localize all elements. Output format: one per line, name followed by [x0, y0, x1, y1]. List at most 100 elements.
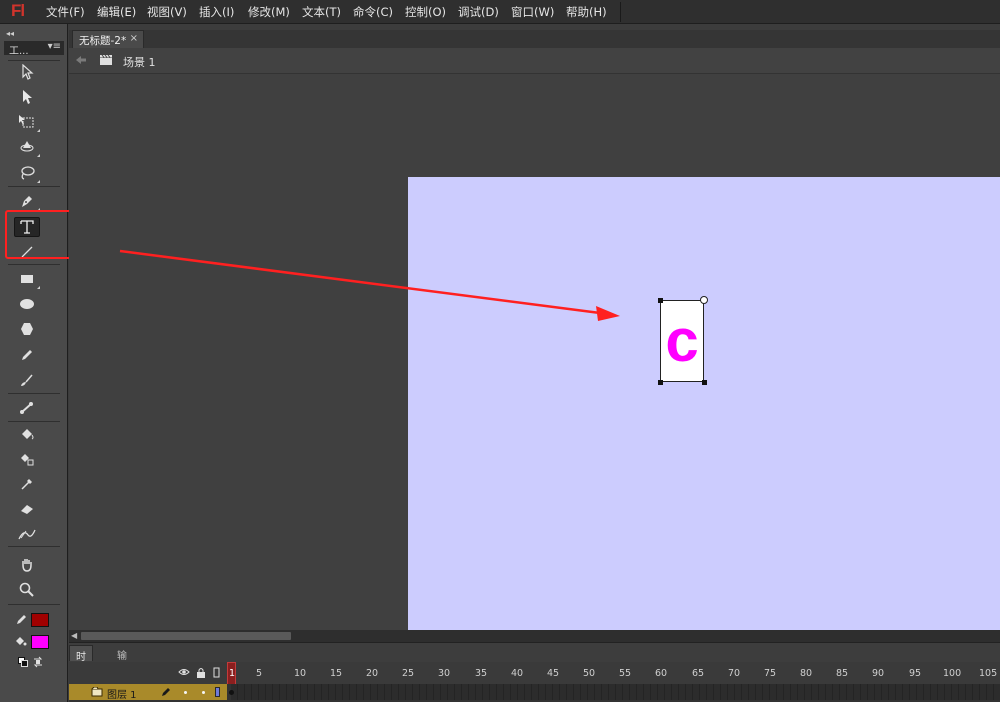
eye-icon[interactable] [178, 667, 190, 680]
tool-divider [8, 393, 60, 394]
selection-handle[interactable] [702, 380, 707, 385]
frame-number: 85 [836, 668, 849, 679]
menu-control[interactable]: 控制(O) [405, 4, 446, 20]
fill-bucket-icon [15, 635, 27, 650]
rectangle-icon [21, 275, 33, 283]
frame-number: 25 [402, 668, 415, 679]
document-tab-bar: 无标题-2* × [69, 30, 1000, 48]
layer-icon [91, 686, 103, 700]
layer-row[interactable]: 图层 1 [69, 684, 227, 701]
text-field-box[interactable]: c [660, 300, 704, 382]
outline-color-square[interactable] [215, 687, 220, 697]
menu-modify[interactable]: 修改(M) [248, 4, 290, 20]
stroke-pencil-icon [16, 613, 28, 628]
selection-handle[interactable] [658, 380, 663, 385]
close-icon[interactable]: × [130, 33, 138, 44]
visibility-dot[interactable] [184, 691, 187, 694]
selection-handle[interactable] [658, 298, 663, 303]
menu-text[interactable]: 文本(T) [302, 4, 341, 20]
selection-tool[interactable] [14, 62, 40, 82]
black-white-icon[interactable] [18, 657, 28, 670]
free-transform-tool[interactable] [14, 112, 40, 132]
keyframe-dot[interactable] [229, 690, 234, 695]
edit-pencil-icon [161, 686, 172, 700]
bone-tool[interactable] [14, 398, 40, 418]
collapse-panel-icon[interactable]: ◂◂ [6, 29, 14, 38]
frame-number: 50 [583, 668, 596, 679]
oval-tool[interactable] [14, 294, 40, 314]
pen-icon [22, 196, 32, 207]
frame-number: 65 [692, 668, 705, 679]
text-resize-handle[interactable] [700, 296, 708, 304]
paint-bucket-tool[interactable] [14, 424, 40, 444]
timeline-panel: 时间轴 输出 1 5 10 15 20 25 30 35 40 45 50 55… [69, 642, 1000, 702]
tool-divider [8, 264, 60, 265]
outline-icon[interactable] [213, 667, 221, 681]
frame-grid[interactable] [231, 684, 1000, 700]
menu-file[interactable]: 文件(F) [46, 4, 85, 20]
brush-icon [21, 374, 33, 386]
menu-edit[interactable]: 编辑(E) [97, 4, 136, 20]
frame-number: 30 [438, 668, 451, 679]
pencil-tool[interactable] [14, 345, 40, 365]
menu-debug[interactable]: 调试(D) [458, 4, 499, 20]
menu-help[interactable]: 帮助(H) [566, 4, 607, 20]
menu-commands[interactable]: 命令(C) [353, 4, 393, 20]
scene-clapper-icon [99, 54, 113, 69]
polystar-tool[interactable] [14, 319, 40, 339]
lasso-tool[interactable] [14, 163, 40, 183]
menu-insert[interactable]: 插入(I) [199, 4, 234, 20]
eraser-tool[interactable] [14, 499, 40, 519]
lock-icon[interactable] [196, 667, 206, 681]
3d-rotation-tool[interactable] [14, 137, 40, 157]
scroll-thumb[interactable] [81, 632, 291, 640]
swap-colors-icon[interactable] [32, 656, 44, 671]
back-arrow-icon[interactable] [75, 55, 87, 68]
scroll-left-icon[interactable]: ◀ [71, 631, 77, 640]
tool-divider [8, 546, 60, 547]
pencil-icon [22, 350, 32, 360]
document-tab[interactable]: 无标题-2* × [72, 30, 144, 48]
horizontal-scrollbar[interactable]: ◀ [69, 630, 1000, 642]
subselection-tool[interactable] [14, 87, 40, 107]
rotation-3d-icon [20, 141, 34, 152]
panel-menu-icon[interactable]: ▾≡ [48, 41, 61, 52]
width-tool[interactable] [14, 524, 40, 544]
stage-text: c [665, 307, 699, 374]
magnifier-icon [19, 582, 34, 597]
lock-dot[interactable] [202, 691, 205, 694]
stage[interactable]: c [408, 177, 1000, 630]
menu-window[interactable]: 窗口(W) [511, 4, 554, 20]
tab-timeline[interactable]: 时间轴 [69, 645, 93, 693]
frame-number: 35 [475, 668, 488, 679]
menu-view[interactable]: 视图(V) [147, 4, 187, 20]
ink-bottle-tool[interactable] [14, 449, 40, 469]
document-tab-title: 无标题-2* [79, 35, 127, 47]
eyedropper-tool[interactable] [14, 474, 40, 494]
app-logo: Fl [11, 1, 25, 20]
frame-number: 60 [655, 668, 668, 679]
rectangle-tool[interactable] [14, 269, 40, 289]
oval-icon [20, 299, 34, 309]
eraser-icon [21, 505, 33, 514]
arrow-icon [22, 64, 34, 80]
zoom-tool[interactable] [14, 580, 40, 600]
brush-tool[interactable] [14, 370, 40, 390]
pen-tool[interactable] [14, 191, 40, 211]
tool-divider [8, 60, 60, 61]
tools-panel: ◂◂ 工... ▾≡ [0, 24, 68, 702]
pasteboard: c [69, 74, 1000, 630]
layer-name[interactable]: 图层 1 [107, 686, 137, 701]
lasso-icon [21, 166, 35, 180]
frame-number: 45 [547, 668, 560, 679]
frame-number: 90 [872, 668, 885, 679]
stroke-color-swatch[interactable] [31, 613, 49, 627]
frame-number: 75 [764, 668, 777, 679]
tool-divider [8, 604, 60, 605]
frame-number: 5 [256, 668, 263, 679]
hand-tool[interactable] [14, 555, 40, 575]
tab-output[interactable]: 输出 [111, 645, 133, 677]
scene-label[interactable]: 场景 1 [123, 54, 156, 70]
tools-panel-title: 工... [9, 46, 29, 57]
fill-color-swatch[interactable] [31, 635, 49, 649]
